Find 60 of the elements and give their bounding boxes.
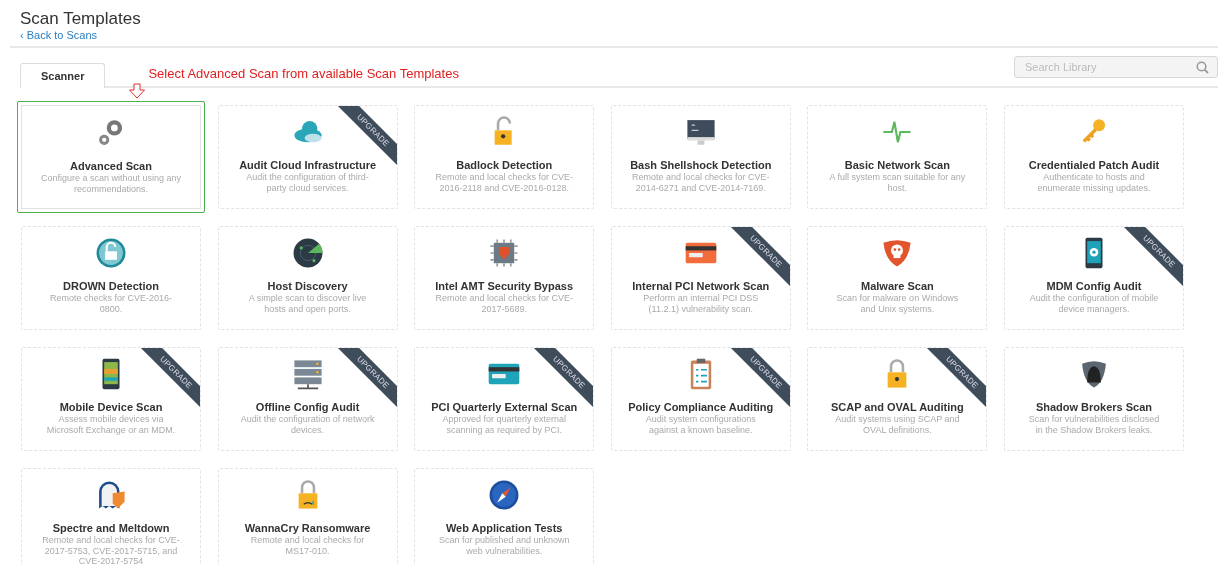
template-description: Scan for vulnerabilities disclosed in the Shadow Brokers leaks. bbox=[1027, 414, 1161, 435]
template-description: Scan for malware on Windows and Unix systems. bbox=[835, 293, 960, 314]
template-card[interactable]: Basic Network Scan A full system scan suitable for any host. bbox=[807, 105, 988, 209]
template-card[interactable]: Credentialed Patch Audit Authenticate to hosts and enumerate missing updates. bbox=[1003, 105, 1184, 209]
annotation-text: Select Advanced Scan from available Scan Templates bbox=[148, 66, 459, 83]
template-title: Bash Shellshock Detection bbox=[630, 159, 772, 172]
template-title: Offline Config Audit bbox=[255, 401, 360, 414]
template-description: Audit system configurations against a known baseline. bbox=[644, 414, 757, 435]
template-title: DROWN Detection bbox=[63, 280, 159, 293]
template-card[interactable]: Spectre and Meltdown Remote and local checks for CVE-2017-5753, CVE-2017-5715, and CVE-2017-5754 bbox=[21, 468, 201, 565]
template-title: Internal PCI Network Scan bbox=[632, 280, 770, 293]
template-title: Host Discovery bbox=[267, 280, 348, 293]
template-title: Credentialed Patch Audit bbox=[1028, 159, 1160, 172]
template-title: PCI Quarterly External Scan bbox=[431, 401, 578, 414]
template-description: Remote and local checks for CVE-2017-5689. bbox=[434, 293, 574, 314]
template-card[interactable]: DROWN Detection Remote checks for CVE-2016-0800. bbox=[21, 226, 201, 330]
template-description: A simple scan to discover live hosts and open ports. bbox=[247, 293, 368, 314]
template-card[interactable]: Advanced Scan Configure a scan without using any recommendations. bbox=[17, 101, 205, 213]
template-title: Advanced Scan bbox=[70, 160, 152, 173]
template-description: Remote and local checks for CVE-2016-2118 and CVE-2016-0128. bbox=[434, 172, 574, 193]
template-card[interactable]: WannaCry Ransomware Remote and local checks for MS17-010. bbox=[217, 468, 398, 565]
template-description: Remote and local checks for CVE-2014-6271 and CVE-2014-7169. bbox=[631, 172, 771, 193]
template-card[interactable]: Host Discovery A simple scan to discover live hosts and open ports. bbox=[217, 226, 398, 330]
template-description: Assess mobile devices via Microsoft Exchange or an MDM. bbox=[45, 414, 177, 435]
template-title: Malware Scan bbox=[861, 280, 934, 293]
template-description: Audit the configuration of mobile device managers. bbox=[1028, 293, 1160, 314]
template-description: Configure a scan without using any recommendations. bbox=[39, 173, 183, 194]
template-description: Audit the configuration of network devices. bbox=[239, 414, 376, 435]
template-card[interactable]: Web Application Tests Scan for published and unknown web vulnerabilities. bbox=[414, 468, 595, 565]
template-title: SCAP and OVAL Auditing bbox=[830, 401, 964, 414]
template-card[interactable]: Shadow Brokers Scan Scan for vulnerabilities disclosed in the Shadow Brokers leaks. bbox=[1003, 347, 1184, 451]
template-description: Audit the configuration of third-party cloud services. bbox=[245, 172, 370, 193]
template-title: MDM Config Audit bbox=[1046, 280, 1142, 293]
template-title: Spectre and Meltdown bbox=[52, 522, 170, 535]
back-link[interactable]: ‹ Back to Scans bbox=[20, 29, 98, 42]
template-title: Shadow Brokers Scan bbox=[1035, 401, 1153, 414]
template-description: A full system scan suitable for any host. bbox=[828, 172, 967, 193]
template-title: Badlock Detection bbox=[456, 159, 553, 172]
page-title: Scan Templates bbox=[20, 9, 141, 29]
template-description: Authenticate to hosts and enumerate missing updates. bbox=[1036, 172, 1152, 193]
template-title: Intel AMT Security Bypass bbox=[435, 280, 574, 293]
template-title: Web Application Tests bbox=[445, 522, 563, 535]
template-description: Scan for published and unknown web vulnerabilities. bbox=[437, 535, 571, 556]
template-description: Approved for quarterly external scanning as required by PCI. bbox=[441, 414, 567, 435]
template-title: Audit Cloud Infrastructure bbox=[239, 159, 377, 172]
template-title: WannaCry Ransomware bbox=[244, 522, 371, 535]
template-description: Perform an internal PCI DSS (11.2.1) vulnerability scan. bbox=[642, 293, 760, 314]
template-card[interactable]: Malware Scan Scan for malware on Windows and Unix systems. bbox=[807, 226, 988, 330]
tab[interactable]: Scanner bbox=[20, 63, 106, 88]
template-description: Remote and local checks for MS17-010. bbox=[249, 535, 366, 556]
template-description: Remote checks for CVE-2016-0800. bbox=[48, 293, 174, 314]
template-card[interactable]: Bash Shellshock Detection Remote and local checks for CVE-2014-6271 and CVE-2014-7169. bbox=[610, 105, 791, 209]
template-description: Audit systems using SCAP and OVAL definitions. bbox=[834, 414, 961, 435]
template-description: Remote and local checks for CVE-2017-5753, CVE-2017-5715, and CVE-2017-5754 bbox=[41, 535, 181, 565]
template-title: Policy Compliance Auditing bbox=[628, 401, 774, 414]
template-card[interactable]: Intel AMT Security Bypass Remote and local checks for CVE-2017-5689. bbox=[414, 226, 595, 330]
template-title: Mobile Device Scan bbox=[59, 401, 163, 414]
search-field[interactable]: Search Library bbox=[1014, 56, 1218, 78]
template-title: Basic Network Scan bbox=[844, 159, 950, 172]
template-card[interactable]: Badlock Detection Remote and local checks for CVE-2016-2118 and CVE-2016-0128. bbox=[414, 105, 595, 209]
